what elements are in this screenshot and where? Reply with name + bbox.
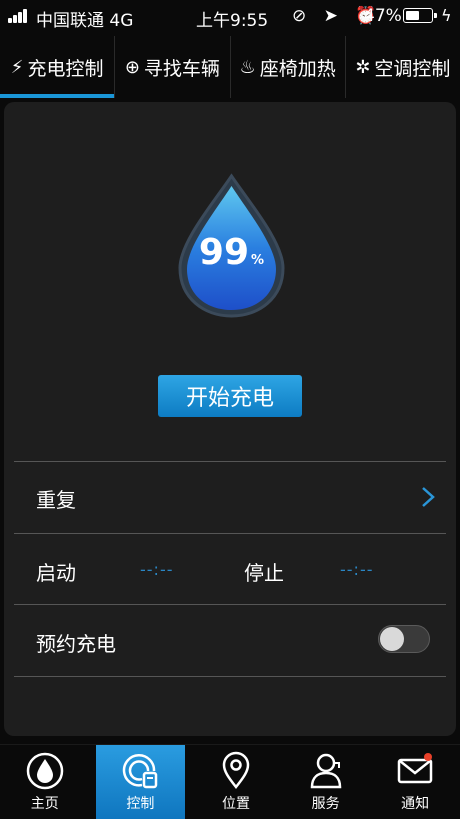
- nav-home[interactable]: 主页: [0, 745, 90, 819]
- nav-service[interactable]: 服务: [281, 745, 371, 819]
- battery-drop-gauge: 99%: [174, 172, 289, 320]
- tab-label: 充电控制: [27, 57, 104, 80]
- battery-icon: [403, 8, 437, 23]
- stop-time-picker[interactable]: --:--: [340, 560, 373, 579]
- divider: [14, 533, 446, 534]
- seat-heat-icon: ♨: [239, 56, 256, 78]
- divider: [14, 676, 446, 677]
- home-icon: [26, 752, 64, 790]
- tab-bar: ⚡ 充电控制 ⊕ 寻找车辆 ♨ 座椅加热 ✲ 空调控制: [0, 36, 460, 98]
- location-icon: [222, 751, 250, 790]
- repeat-label: 重复: [36, 488, 76, 512]
- nav-label: 通知: [401, 796, 430, 812]
- charge-percent: 99%: [198, 232, 265, 273]
- chevron-right-icon: [422, 487, 435, 507]
- signal-icon: [8, 9, 32, 23]
- bottom-nav: 主页 控制 位置 服务 通知: [0, 744, 460, 819]
- nav-notifications[interactable]: 通知: [370, 745, 460, 819]
- nav-label: 主页: [30, 796, 59, 812]
- stop-label: 停止: [244, 561, 284, 585]
- tab-find-vehicle[interactable]: ⊕ 寻找车辆: [115, 36, 231, 98]
- reserve-charge-label: 预约充电: [36, 632, 116, 656]
- nav-control[interactable]: 控制: [95, 745, 186, 819]
- status-bar: 中国联通 4G 上午9:55 ⊘ ➤ ⏰ 47% ϟ: [0, 0, 460, 32]
- tab-seat-heating[interactable]: ♨ 座椅加热: [231, 36, 346, 98]
- charge-panel: 99% 开始充电 重复 启动 --:-- 停止 --:-- 预约充电: [4, 102, 456, 736]
- start-label: 启动: [36, 561, 76, 585]
- control-icon: [123, 754, 158, 789]
- tab-label: 寻找车辆: [143, 57, 220, 80]
- carrier-label: 中国联通 4G: [36, 11, 134, 31]
- service-icon: [310, 753, 341, 789]
- lightning-icon: ⚡: [10, 56, 24, 78]
- divider: [14, 604, 446, 605]
- tab-charge-control[interactable]: ⚡ 充电控制: [0, 36, 116, 98]
- charging-bolt-icon: ϟ: [441, 6, 452, 25]
- nav-location[interactable]: 位置: [191, 745, 281, 819]
- nav-label: 控制: [126, 796, 155, 812]
- tab-label: 座椅加热: [259, 57, 336, 80]
- nav-label: 服务: [311, 796, 340, 812]
- toggle-knob: [380, 627, 404, 651]
- tab-climate-control[interactable]: ✲ 空调控制: [346, 36, 460, 98]
- divider: [14, 461, 446, 462]
- gear-icon: ✲: [355, 56, 371, 78]
- crosshair-icon: ⊕: [124, 56, 140, 78]
- clock: 上午9:55: [196, 11, 269, 31]
- start-charging-button[interactable]: 开始充电: [158, 375, 302, 417]
- tab-label: 空调控制: [374, 57, 451, 80]
- start-time-picker[interactable]: --:--: [140, 560, 173, 579]
- nav-label: 位置: [221, 796, 250, 812]
- reserve-charge-toggle[interactable]: [378, 625, 430, 653]
- battery-percent: 47%: [364, 6, 402, 26]
